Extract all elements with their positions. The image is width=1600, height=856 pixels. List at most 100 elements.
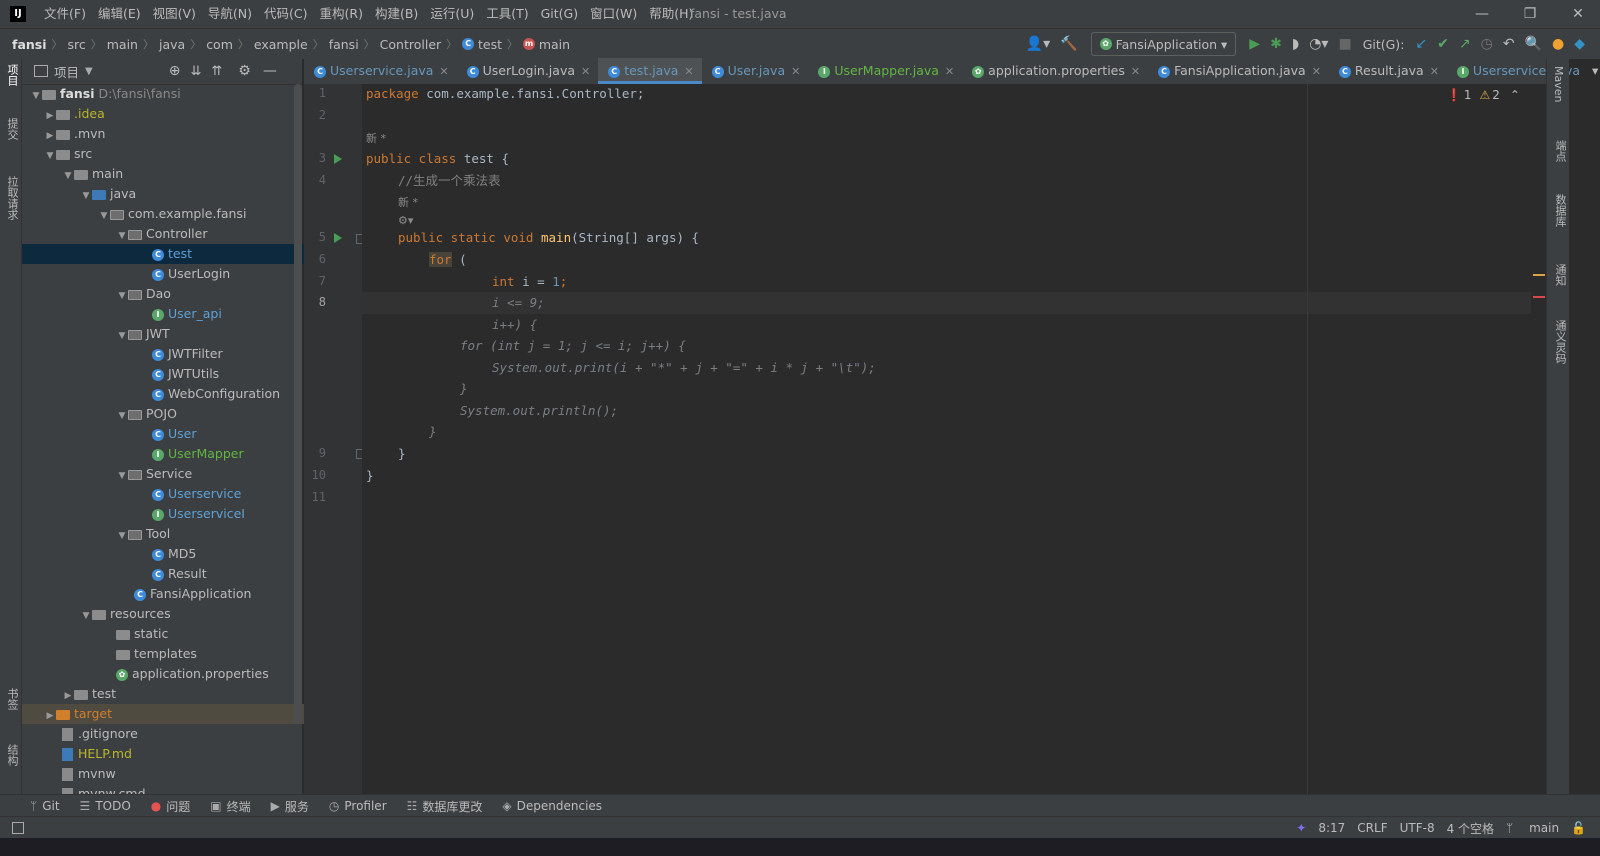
toolwindow-todo[interactable]: ☰ TODO xyxy=(80,799,131,813)
git-rollback-icon[interactable]: ↶ xyxy=(1503,36,1515,52)
strip-maven[interactable]: Maven xyxy=(1552,66,1565,102)
toggle-tool-windows-icon[interactable] xyxy=(12,822,24,834)
ai-hint-icon[interactable]: ⚙▾ xyxy=(398,210,413,230)
toolwindow-dependencies[interactable]: ◈ Dependencies xyxy=(502,799,602,813)
strip-commit[interactable]: 提交 xyxy=(4,118,20,140)
tree-item-src[interactable]: ▼ src xyxy=(22,144,324,164)
line-separator[interactable]: CRLF xyxy=(1357,821,1387,835)
crumb-test[interactable]: test xyxy=(478,37,502,52)
crumb-com[interactable]: com xyxy=(206,37,233,52)
tree-item-help-md[interactable]: HELP.md xyxy=(22,744,342,764)
menu-run[interactable]: 运行(U) xyxy=(430,0,474,28)
search-icon[interactable]: 🔍 xyxy=(1525,36,1542,52)
menu-edit[interactable]: 编辑(E) xyxy=(98,0,141,28)
close-tab-icon[interactable]: ✕ xyxy=(439,65,448,78)
close-tab-icon[interactable]: ✕ xyxy=(581,65,590,78)
tab-user[interactable]: C User.java ✕ xyxy=(702,58,809,84)
tab-result[interactable]: C Result.java ✕ xyxy=(1329,58,1447,84)
menu-view[interactable]: 视图(V) xyxy=(153,0,196,28)
crumb-controller[interactable]: Controller xyxy=(380,37,442,52)
strip-structure[interactable]: 结构 xyxy=(4,744,20,766)
tab-list-chevron-icon[interactable]: ▾ xyxy=(1588,58,1600,84)
menu-tools[interactable]: 工具(T) xyxy=(486,0,528,28)
update-icon[interactable]: ● xyxy=(1552,36,1564,52)
menu-window[interactable]: 窗口(W) xyxy=(590,0,637,28)
strip-database[interactable]: 数据库 xyxy=(1552,194,1568,227)
git-update-icon[interactable]: ↙ xyxy=(1415,36,1427,52)
profile-icon[interactable]: ◔▾ xyxy=(1309,36,1328,52)
tab-application-properties[interactable]: ✿ application.properties ✕ xyxy=(962,58,1148,84)
close-tab-icon[interactable]: ✕ xyxy=(791,65,800,78)
run-gutter-icon[interactable] xyxy=(334,154,342,164)
tab-userservice[interactable]: C Userservice.java ✕ xyxy=(304,58,457,84)
tab-usermapper[interactable]: I UserMapper.java ✕ xyxy=(808,58,962,84)
crumb-src[interactable]: src xyxy=(68,37,86,52)
tab-userlogin[interactable]: C UserLogin.java ✕ xyxy=(457,58,599,84)
strip-project[interactable]: 项目 xyxy=(4,64,20,86)
restore-icon[interactable]: ❐ xyxy=(1508,0,1552,28)
crumb-java[interactable]: java xyxy=(159,37,185,52)
close-tab-icon[interactable]: ✕ xyxy=(1430,65,1439,78)
warning-marker[interactable] xyxy=(1533,274,1545,276)
strip-pull-requests[interactable]: 拉取请求 xyxy=(4,176,20,220)
coverage-icon[interactable]: ◗ xyxy=(1292,36,1299,52)
tab-fansiapplication[interactable]: C FansiApplication.java ✕ xyxy=(1148,58,1329,84)
project-panel-title[interactable]: 项目 xyxy=(54,62,79,81)
menu-file[interactable]: 文件(F) xyxy=(44,0,86,28)
tree-item-target[interactable]: ▶ target xyxy=(22,704,324,724)
strip-notifications[interactable]: 通知 xyxy=(1552,264,1568,286)
indent-setting[interactable]: 4 个空格 xyxy=(1447,820,1494,837)
tab-test[interactable]: C test.java ✕ xyxy=(598,58,702,84)
user-icon[interactable]: 👤▾ xyxy=(1026,36,1050,52)
build-hammer-icon[interactable]: 🔨 xyxy=(1060,36,1077,52)
hide-panel-icon[interactable]: — xyxy=(263,63,277,79)
gear-icon[interactable]: ⚙ xyxy=(238,63,251,79)
toolwindow-db-changes[interactable]: ☷ 数据库更改 xyxy=(407,798,483,815)
close-window-icon[interactable]: ✕ xyxy=(1556,0,1600,28)
close-tab-icon[interactable]: ✕ xyxy=(1131,65,1140,78)
close-tab-icon[interactable]: ✕ xyxy=(684,65,693,78)
crumb-example[interactable]: example xyxy=(254,37,308,52)
git-push-icon[interactable]: ↗ xyxy=(1459,36,1471,52)
stop-icon[interactable]: ■ xyxy=(1338,36,1351,52)
toolwindow-terminal[interactable]: ▣ 终端 xyxy=(210,798,250,815)
toolwindow-profiler[interactable]: ◷ Profiler xyxy=(329,799,387,813)
strip-tongyi[interactable]: 通义灵码 xyxy=(1552,320,1568,364)
collapse-all-icon[interactable]: ⇈ xyxy=(211,64,222,79)
close-tab-icon[interactable]: ✕ xyxy=(945,65,954,78)
ai-assistant-icon[interactable]: ✦ xyxy=(1296,821,1306,835)
git-commit-icon[interactable]: ✔ xyxy=(1437,36,1449,52)
run-icon[interactable]: ▶ xyxy=(1249,36,1260,52)
file-encoding[interactable]: UTF-8 xyxy=(1400,821,1435,835)
tree-item-fansi[interactable]: ▼ fansi D:\fansi\fansi xyxy=(22,84,310,104)
code-editor[interactable]: package com.example.fansi.Controller; 新 … xyxy=(362,84,1546,794)
crumb-method-main[interactable]: main xyxy=(539,37,570,52)
crumb-main[interactable]: main xyxy=(107,37,138,52)
expand-all-icon[interactable]: ⇊ xyxy=(190,64,201,79)
menu-code[interactable]: 代码(C) xyxy=(264,0,307,28)
toolwindow-git[interactable]: ᛘ Git xyxy=(30,799,60,813)
menu-build[interactable]: 构建(B) xyxy=(375,0,418,28)
locate-icon[interactable]: ⊕ xyxy=(169,63,181,79)
menu-navigate[interactable]: 导航(N) xyxy=(208,0,252,28)
minimize-icon[interactable]: — xyxy=(1460,0,1504,28)
run-gutter-icon[interactable] xyxy=(334,233,342,243)
error-stripe[interactable] xyxy=(1531,84,1546,794)
crumb-project[interactable]: fansi xyxy=(12,37,47,52)
inspection-widget[interactable]: ❗1 ⚠2 ⌃ ⌄ xyxy=(1447,88,1540,102)
menu-refactor[interactable]: 重构(R) xyxy=(320,0,363,28)
run-config-selector[interactable]: ✿ FansiApplication ▾ xyxy=(1090,32,1237,56)
project-scrollbar[interactable] xyxy=(294,84,302,724)
close-tab-icon[interactable]: ✕ xyxy=(1312,65,1321,78)
tree-item-gitignore[interactable]: .gitignore xyxy=(22,724,342,744)
menu-git[interactable]: Git(G) xyxy=(541,0,579,28)
menu-help[interactable]: 帮助(H) xyxy=(649,0,693,28)
git-history-icon[interactable]: ◷ xyxy=(1481,36,1493,52)
error-marker[interactable] xyxy=(1533,296,1545,298)
caret-position[interactable]: 8:17 xyxy=(1318,821,1345,835)
chevron-down-icon[interactable]: ▼ xyxy=(85,66,93,77)
toolwindow-services[interactable]: ▶ 服务 xyxy=(271,798,309,815)
git-branch[interactable]: ᛘ main xyxy=(1506,821,1559,835)
crumb-fansi[interactable]: fansi xyxy=(329,37,359,52)
lock-icon[interactable]: 🔓 xyxy=(1571,821,1586,835)
